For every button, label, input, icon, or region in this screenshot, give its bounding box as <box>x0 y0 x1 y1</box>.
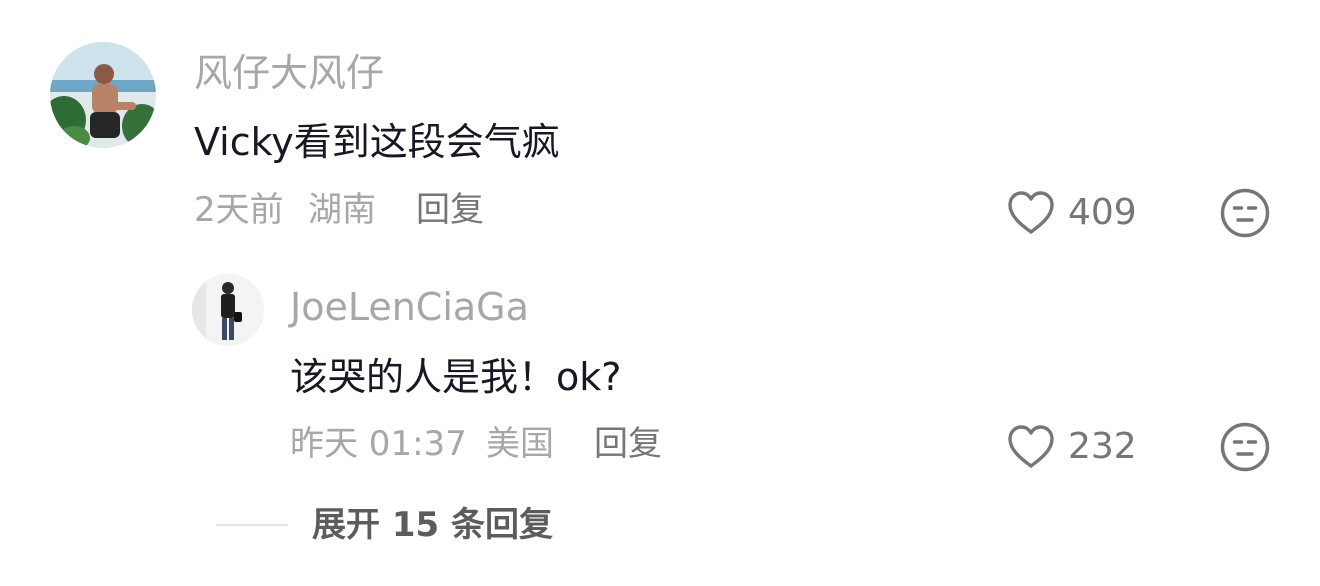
unamused-face-icon <box>1220 188 1270 238</box>
heart-outline-icon <box>1008 425 1054 468</box>
unamused-face-icon <box>1220 422 1270 472</box>
like-button[interactable]: 409 <box>1006 190 1137 236</box>
comment-location: 湖南 <box>308 190 376 230</box>
expand-divider <box>216 524 288 526</box>
comment-time: 2天前 <box>194 190 284 230</box>
avatar-photo <box>192 274 264 346</box>
reply-text: 该哭的人是我！ok? <box>290 355 622 399</box>
reply-button[interactable]: 回复 <box>594 427 662 461</box>
reply-location: 美国 <box>486 424 554 464</box>
avatar[interactable] <box>192 274 264 346</box>
dislike-button[interactable] <box>1219 421 1271 473</box>
reply-button[interactable]: 回复 <box>416 193 484 227</box>
heart-outline-icon <box>1008 191 1054 234</box>
like-count: 232 <box>1068 426 1137 467</box>
like-count: 409 <box>1068 192 1137 233</box>
comment-text: Vicky看到这段会气疯 <box>194 120 560 164</box>
dislike-button[interactable] <box>1219 187 1271 239</box>
avatar-photo <box>50 42 156 148</box>
reply-username[interactable]: JoeLenCiaGa <box>290 288 529 326</box>
like-button[interactable]: 232 <box>1006 424 1137 470</box>
comment-username[interactable]: 风仔大风仔 <box>194 54 384 92</box>
reply-time: 昨天 01:37 <box>290 424 467 464</box>
expand-replies-button[interactable]: 展开 15 条回复 <box>312 508 553 542</box>
avatar[interactable] <box>50 42 156 148</box>
